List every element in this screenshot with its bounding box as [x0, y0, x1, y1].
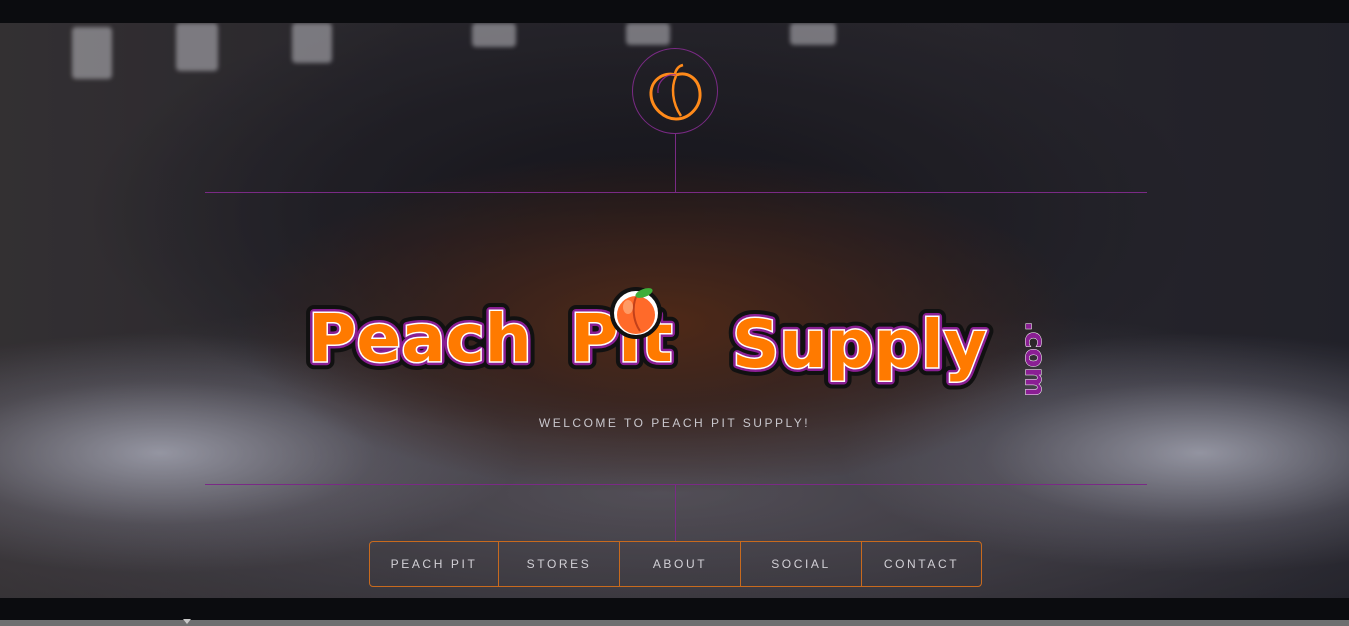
main-nav: PEACH PIT STORES ABOUT SOCIAL CONTACT [369, 541, 982, 587]
top-divider [205, 192, 1147, 193]
nav-item-stores[interactable]: STORES [498, 542, 619, 586]
scroll-down-icon[interactable] [183, 619, 191, 624]
peach-icon [610, 287, 662, 339]
bottom-bar [0, 598, 1349, 620]
top-bar [0, 0, 1349, 23]
welcome-text: WELCOME TO PEACH PIT SUPPLY! [538, 416, 811, 430]
nav-item-about[interactable]: ABOUT [619, 542, 740, 586]
peach-outline-icon [649, 63, 702, 121]
logo-suffix-com: .com [1019, 321, 1052, 395]
logo-word-peach-fill: Peach [308, 300, 532, 377]
nav-item-social[interactable]: SOCIAL [740, 542, 861, 586]
site-logo[interactable]: Peach Peach Peach Pit Pit Pit Supply Sup… [298, 255, 1058, 395]
next-section-edge [0, 620, 1349, 626]
brand-emblem[interactable] [632, 48, 718, 134]
bottom-divider [205, 484, 1147, 485]
connector-line [675, 134, 676, 192]
nav-item-peach-pit[interactable]: PEACH PIT [370, 542, 498, 586]
nav-item-contact[interactable]: CONTACT [861, 542, 981, 586]
logo-word-supply-fill: Supply [732, 306, 987, 383]
hero-section: Peach Peach Peach Pit Pit Pit Supply Sup… [0, 23, 1349, 598]
connector-line [675, 485, 676, 541]
